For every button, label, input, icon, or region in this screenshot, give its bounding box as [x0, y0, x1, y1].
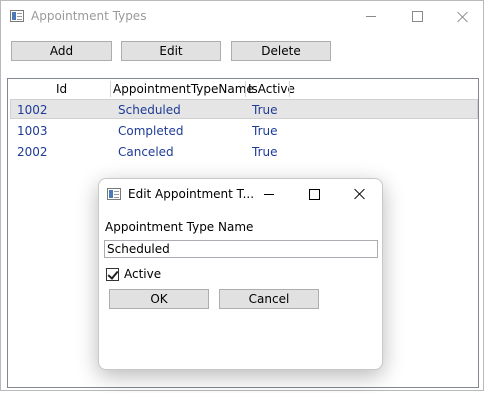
add-button[interactable]: Add: [11, 41, 112, 61]
cell-name: Scheduled: [118, 103, 181, 117]
appointment-type-name-label: Appointment Type Name: [105, 220, 254, 234]
cell-id: 1003: [17, 124, 48, 138]
close-icon: [457, 11, 469, 23]
column-divider[interactable]: [289, 81, 290, 97]
cell-id: 1002: [17, 103, 48, 117]
column-divider[interactable]: [245, 81, 246, 97]
minimize-icon: [264, 193, 274, 195]
table-row[interactable]: 1003 Completed True: [10, 121, 478, 141]
minimize-button[interactable]: [348, 1, 394, 32]
close-button[interactable]: [440, 1, 486, 32]
cell-active: True: [252, 145, 278, 159]
checkmark-icon: [106, 267, 119, 280]
table-row[interactable]: 2002 Canceled True: [10, 142, 478, 162]
dialog-title: Edit Appointment T...: [128, 187, 255, 201]
column-header-id[interactable]: Id: [56, 82, 67, 96]
edit-appointment-type-dialog: Edit Appointment T... Appointment Type N…: [98, 178, 383, 370]
close-icon: [354, 188, 366, 200]
column-divider[interactable]: [110, 81, 111, 97]
cell-name: Canceled: [118, 145, 174, 159]
dialog-app-icon: [107, 188, 121, 200]
delete-button[interactable]: Delete: [231, 41, 331, 61]
ok-button[interactable]: OK: [109, 289, 209, 309]
app-icon: [10, 10, 24, 22]
active-checkbox[interactable]: [106, 267, 119, 281]
dialog-minimize-button[interactable]: [246, 179, 292, 209]
title-bar[interactable]: Appointment Types: [1, 1, 483, 32]
dialog-maximize-button[interactable]: [291, 179, 337, 209]
dialog-close-button[interactable]: [337, 179, 383, 209]
maximize-icon: [308, 188, 320, 200]
appointment-type-name-input[interactable]: [104, 240, 378, 258]
cell-active: True: [252, 103, 278, 117]
active-checkbox-label[interactable]: Active: [124, 267, 161, 281]
maximize-icon: [411, 11, 423, 22]
cell-active: True: [252, 124, 278, 138]
grid-header: Id AppointmentTypeName IsActive: [8, 79, 478, 99]
cancel-button[interactable]: Cancel: [219, 289, 319, 309]
cell-id: 2002: [17, 145, 48, 159]
column-header-active[interactable]: IsActive: [248, 82, 295, 96]
minimize-icon: [366, 16, 376, 17]
maximize-button[interactable]: [394, 1, 440, 32]
window-title: Appointment Types: [31, 9, 147, 23]
edit-button[interactable]: Edit: [121, 41, 221, 61]
table-row[interactable]: 1002 Scheduled True: [10, 99, 478, 119]
cell-name: Completed: [118, 124, 184, 138]
column-header-name[interactable]: AppointmentTypeName: [113, 82, 254, 96]
